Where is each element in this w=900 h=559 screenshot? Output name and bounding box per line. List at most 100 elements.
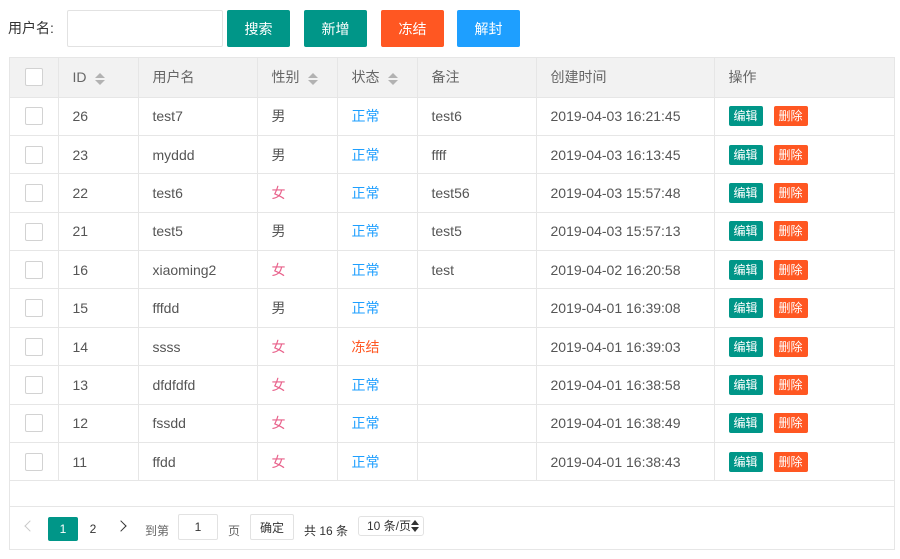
row-checkbox[interactable]: [24, 107, 43, 126]
delete-button[interactable]: 删除: [773, 451, 808, 472]
cell-id: 15: [58, 288, 139, 328]
edit-button[interactable]: 编辑: [728, 336, 763, 357]
row-checkbox-cell: [10, 327, 59, 367]
unfreeze-button[interactable]: 解封: [457, 10, 520, 47]
delete-button[interactable]: 删除: [773, 336, 808, 357]
cell-remark: test6: [417, 97, 537, 136]
username-search-input[interactable]: [67, 10, 223, 47]
edit-button[interactable]: 编辑: [728, 298, 763, 319]
row-checkbox[interactable]: [24, 414, 43, 433]
pagination: 1 2 到第 页 确定 共 16 条 10 条/页: [10, 506, 894, 550]
cell-actions: 编辑 删除: [714, 97, 894, 136]
table-header-row: ID 用户名 性别 状态 备注 创建时间 操作: [10, 58, 894, 98]
delete-button[interactable]: 删除: [773, 259, 808, 280]
row-checkbox[interactable]: [24, 222, 43, 241]
cell-gender: 男: [257, 212, 338, 252]
edit-button[interactable]: 编辑: [728, 451, 763, 472]
next-page-icon[interactable]: [117, 519, 129, 535]
row-checkbox[interactable]: [24, 299, 43, 318]
select-arrows-icon: [411, 519, 419, 533]
cell-remark: [417, 442, 537, 482]
edit-button[interactable]: 编辑: [728, 182, 763, 203]
cell-status: 冻结: [337, 327, 418, 367]
header-gender-label: 性别: [271, 69, 300, 86]
cell-remark: test56: [417, 173, 537, 213]
cell-id: 12: [58, 404, 139, 444]
header-status[interactable]: 状态: [337, 58, 418, 98]
table-row: 12 fssdd 女正常 2019-04-01 16:38:49 编辑 删除: [10, 404, 894, 444]
page-2-button[interactable]: 2: [82, 517, 104, 541]
cell-remark: [417, 288, 537, 328]
sort-icon[interactable]: [387, 72, 398, 85]
select-all-checkbox[interactable]: [24, 68, 43, 87]
cell-username: fffdd: [138, 288, 258, 328]
cell-id: 16: [58, 250, 139, 290]
delete-button[interactable]: 删除: [773, 221, 808, 242]
cell-actions: 编辑 删除: [714, 327, 894, 367]
table-row: 14 ssss 女冻结 2019-04-01 16:39:03 编辑 删除: [10, 327, 894, 367]
cell-gender: 女: [257, 442, 338, 482]
cell-status: 正常: [337, 97, 418, 136]
cell-gender: 男: [257, 288, 338, 328]
header-status-label: 状态: [351, 69, 380, 86]
page-1-button[interactable]: 1: [48, 517, 78, 541]
edit-button[interactable]: 编辑: [728, 144, 763, 165]
total-count: 共 16 条: [304, 524, 349, 538]
row-checkbox[interactable]: [24, 184, 43, 203]
header-created: 创建时间: [536, 58, 715, 98]
header-id-label: ID: [72, 69, 87, 86]
cell-remark: [417, 327, 537, 367]
cell-username: fssdd: [138, 404, 258, 444]
sort-icon[interactable]: [307, 72, 318, 85]
edit-button[interactable]: 编辑: [728, 106, 763, 127]
edit-button[interactable]: 编辑: [728, 259, 763, 280]
toolbar: 用户名: 搜索 新增 冻结 解封: [0, 0, 900, 56]
prev-page-icon[interactable]: [22, 519, 34, 535]
row-checkbox[interactable]: [24, 337, 43, 356]
delete-button[interactable]: 删除: [773, 106, 808, 127]
row-checkbox-cell: [10, 135, 59, 175]
cell-status: 正常: [337, 288, 418, 328]
cell-status: 正常: [337, 135, 418, 175]
search-button[interactable]: 搜索: [227, 10, 290, 47]
row-checkbox[interactable]: [24, 376, 43, 395]
user-table: ID 用户名 性别 状态 备注 创建时间 操作 26 test7 男正常 test6 2…: [9, 57, 895, 550]
row-checkbox[interactable]: [24, 260, 43, 279]
cell-gender: 男: [257, 135, 338, 175]
cell-username: test5: [138, 212, 258, 252]
freeze-button[interactable]: 冻结: [381, 10, 444, 47]
header-gender[interactable]: 性别: [257, 58, 338, 98]
row-checkbox[interactable]: [24, 145, 43, 164]
row-checkbox-cell: [10, 212, 59, 252]
cell-status: 正常: [337, 442, 418, 482]
delete-button[interactable]: 删除: [773, 298, 808, 319]
delete-button[interactable]: 删除: [773, 374, 808, 395]
cell-actions: 编辑 删除: [714, 365, 894, 405]
edit-button[interactable]: 编辑: [728, 374, 763, 395]
row-checkbox[interactable]: [24, 452, 43, 471]
cell-status: 正常: [337, 404, 418, 444]
edit-button[interactable]: 编辑: [728, 221, 763, 242]
delete-button[interactable]: 删除: [773, 413, 808, 434]
cell-gender: 女: [257, 173, 338, 213]
table-row: 22 test6 女正常 test56 2019-04-03 15:57:48 编辑 删除: [10, 173, 894, 213]
sort-icon[interactable]: [94, 72, 105, 85]
table-row: 21 test5 男正常 test5 2019-04-03 15:57:13 编辑 删除: [10, 212, 894, 252]
edit-button[interactable]: 编辑: [728, 413, 763, 434]
add-button[interactable]: 新增: [304, 10, 367, 47]
table-row: 13 dfdfdfd 女正常 2019-04-01 16:38:58 编辑 删除: [10, 365, 894, 405]
page-size-select[interactable]: 10 条/页: [358, 516, 424, 536]
header-id[interactable]: ID: [58, 58, 139, 98]
goto-confirm-button[interactable]: 确定: [250, 514, 294, 540]
delete-button[interactable]: 删除: [773, 182, 808, 203]
row-checkbox-cell: [10, 365, 59, 405]
cell-id: 26: [58, 97, 139, 136]
goto-page-input[interactable]: [178, 514, 218, 540]
cell-remark: [417, 404, 537, 444]
cell-username: ssss: [138, 327, 258, 367]
delete-button[interactable]: 删除: [773, 144, 808, 165]
cell-actions: 编辑 删除: [714, 135, 894, 175]
cell-created: 2019-04-03 16:13:45: [536, 135, 715, 175]
cell-id: 11: [58, 442, 139, 482]
cell-remark: test: [417, 250, 537, 290]
